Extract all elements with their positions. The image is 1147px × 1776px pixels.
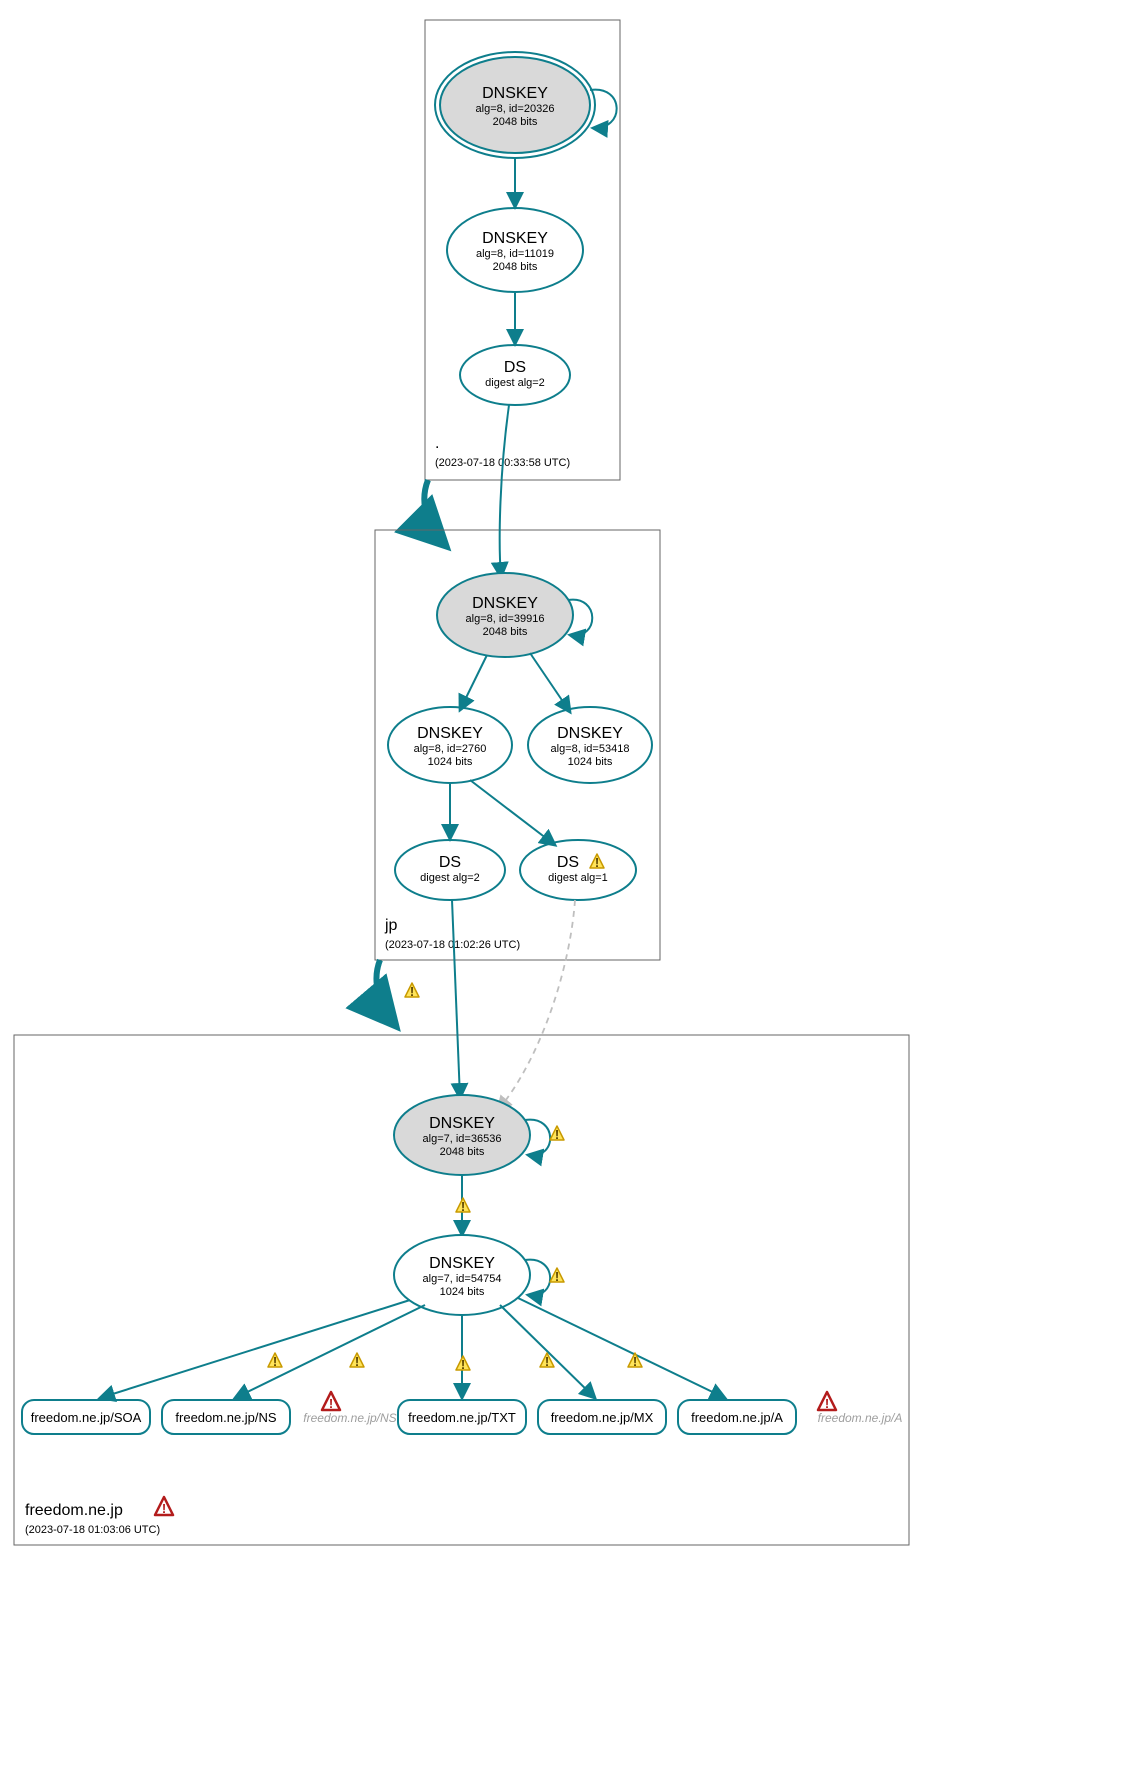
- svg-text:2048 bits: 2048 bits: [493, 261, 538, 273]
- svg-text:!: !: [410, 984, 414, 999]
- node-dom-ksk: DNSKEY alg=7, id=36536 2048 bits: [394, 1095, 530, 1175]
- edge-root-ds-jp-ksk: [500, 405, 509, 577]
- svg-text:!: !: [555, 1127, 559, 1142]
- svg-text:freedom.ne.jp/A: freedom.ne.jp/A: [691, 1410, 783, 1425]
- edge-jp-ds2-dom-ksk: [452, 900, 460, 1098]
- svg-text:2048 bits: 2048 bits: [493, 116, 538, 128]
- svg-text:2048 bits: 2048 bits: [440, 1146, 485, 1158]
- node-root-zsk: DNSKEY alg=8, id=11019 2048 bits: [447, 208, 583, 292]
- svg-text:1024 bits: 1024 bits: [568, 756, 613, 768]
- svg-text:!: !: [329, 1396, 333, 1411]
- svg-text:DNSKEY: DNSKEY: [557, 725, 623, 742]
- warning-icon: !: [628, 1353, 642, 1369]
- svg-text:DS: DS: [439, 854, 461, 871]
- svg-text:alg=8, id=39916: alg=8, id=39916: [466, 613, 545, 625]
- warning-icon: !: [456, 1356, 470, 1372]
- rrset-soa: freedom.ne.jp/SOA: [22, 1400, 150, 1434]
- zone-jp-timestamp: (2023-07-18 01:02:26 UTC): [385, 939, 520, 951]
- svg-text:1024 bits: 1024 bits: [428, 756, 473, 768]
- zone-domain-label: freedom.ne.jp: [25, 1502, 123, 1519]
- error-icon: !: [818, 1392, 836, 1411]
- warning-icon: !: [350, 1353, 364, 1369]
- rrset-ns: freedom.ne.jp/NS: [162, 1400, 290, 1434]
- zone-domain-timestamp: (2023-07-18 01:03:06 UTC): [25, 1524, 160, 1536]
- svg-text:!: !: [825, 1396, 829, 1411]
- warning-icon: !: [456, 1198, 470, 1214]
- zone-root: . (2023-07-18 00:33:58 UTC) DNSKEY alg=8…: [425, 20, 620, 480]
- svg-text:!: !: [461, 1199, 465, 1214]
- svg-text:!: !: [461, 1357, 465, 1372]
- svg-text:DNSKEY: DNSKEY: [417, 725, 483, 742]
- rrset-txt: freedom.ne.jp/TXT: [398, 1400, 526, 1434]
- rrset-a: freedom.ne.jp/A: [678, 1400, 796, 1434]
- node-root-ds: DS digest alg=2: [460, 345, 570, 405]
- svg-text:1024 bits: 1024 bits: [440, 1286, 485, 1298]
- svg-text:digest alg=1: digest alg=1: [548, 872, 608, 884]
- svg-text:freedom.ne.jp/SOA: freedom.ne.jp/SOA: [31, 1410, 142, 1425]
- svg-text:DNSKEY: DNSKEY: [472, 595, 538, 612]
- svg-text:freedom.ne.jp/NS: freedom.ne.jp/NS: [175, 1410, 276, 1425]
- svg-text:alg=8, id=11019: alg=8, id=11019: [476, 248, 554, 260]
- edge-zsk-soa: [100, 1300, 410, 1398]
- warning-icon: !: [550, 1268, 564, 1284]
- dnssec-graph: . (2023-07-18 00:33:58 UTC) DNSKEY alg=8…: [0, 0, 1147, 1776]
- edge-deleg-jp-domain: [376, 960, 395, 1025]
- svg-text:freedom.ne.jp/TXT: freedom.ne.jp/TXT: [408, 1410, 516, 1425]
- rrset-mx: freedom.ne.jp/MX: [538, 1400, 666, 1434]
- edge-jp-ds1-dom-ksk: [498, 900, 575, 1110]
- edge-zsk-mx: [500, 1305, 595, 1398]
- node-jp-ds2: DS digest alg=2: [395, 840, 505, 900]
- error-icon: !: [155, 1497, 173, 1516]
- node-dom-zsk: DNSKEY alg=7, id=54754 1024 bits: [394, 1235, 530, 1315]
- svg-text:freedom.ne.jp/A: freedom.ne.jp/A: [818, 1411, 903, 1425]
- edge-jp-ksk-zsk1: [460, 655, 487, 710]
- svg-text:!: !: [273, 1354, 277, 1369]
- svg-text:DNSKEY: DNSKEY: [482, 85, 548, 102]
- node-jp-ksk: DNSKEY alg=8, id=39916 2048 bits: [437, 573, 573, 657]
- node-jp-zsk2: DNSKEY alg=8, id=53418 1024 bits: [528, 707, 652, 783]
- svg-text:alg=8, id=2760: alg=8, id=2760: [414, 743, 487, 755]
- zone-jp-label: jp: [384, 917, 398, 934]
- svg-text:freedom.ne.jp/NS: freedom.ne.jp/NS: [303, 1411, 396, 1425]
- svg-text:DNSKEY: DNSKEY: [429, 1255, 495, 1272]
- svg-text:DS: DS: [557, 854, 579, 871]
- warning-icon: !: [268, 1353, 282, 1369]
- zone-domain: freedom.ne.jp (2023-07-18 01:03:06 UTC) …: [14, 900, 909, 1545]
- svg-text:DNSKEY: DNSKEY: [429, 1115, 495, 1132]
- svg-text:DS: DS: [504, 359, 526, 376]
- svg-text:DNSKEY: DNSKEY: [482, 230, 548, 247]
- svg-text:!: !: [545, 1354, 549, 1369]
- svg-text:!: !: [633, 1354, 637, 1369]
- svg-text:!: !: [595, 855, 599, 870]
- edge-jp-zsk1-ds1: [470, 780, 555, 845]
- warning-icon: !: [550, 1126, 564, 1142]
- svg-text:!: !: [555, 1269, 559, 1284]
- warning-icon: !: [405, 983, 419, 999]
- node-jp-ds1: DS digest alg=1: [520, 840, 636, 900]
- edge-deleg-root-jp: [424, 480, 445, 545]
- edge-jp-ksk-zsk2: [530, 653, 570, 712]
- svg-text:freedom.ne.jp/MX: freedom.ne.jp/MX: [551, 1410, 654, 1425]
- node-jp-zsk1: DNSKEY alg=8, id=2760 1024 bits: [388, 707, 512, 783]
- svg-text:alg=8, id=20326: alg=8, id=20326: [476, 103, 555, 115]
- svg-text:alg=8, id=53418: alg=8, id=53418: [551, 743, 630, 755]
- zone-jp: jp (2023-07-18 01:02:26 UTC) DNSKEY alg=…: [375, 405, 660, 960]
- svg-text:digest alg=2: digest alg=2: [420, 872, 480, 884]
- svg-text:alg=7, id=36536: alg=7, id=36536: [423, 1133, 502, 1145]
- edge-zsk-a: [518, 1298, 725, 1398]
- svg-text:!: !: [355, 1354, 359, 1369]
- svg-text:2048 bits: 2048 bits: [483, 626, 528, 638]
- rrset-ns-insecure: freedom.ne.jp/NS: [303, 1411, 396, 1425]
- edge-zsk-ns: [235, 1305, 425, 1398]
- error-icon: !: [322, 1392, 340, 1411]
- node-root-ksk: DNSKEY alg=8, id=20326 2048 bits: [435, 52, 595, 158]
- svg-text:alg=7, id=54754: alg=7, id=54754: [423, 1273, 502, 1285]
- svg-text:!: !: [162, 1501, 166, 1516]
- zone-root-label: .: [435, 435, 439, 452]
- svg-text:digest alg=2: digest alg=2: [485, 377, 545, 389]
- rrset-a-insecure: freedom.ne.jp/A: [818, 1411, 903, 1425]
